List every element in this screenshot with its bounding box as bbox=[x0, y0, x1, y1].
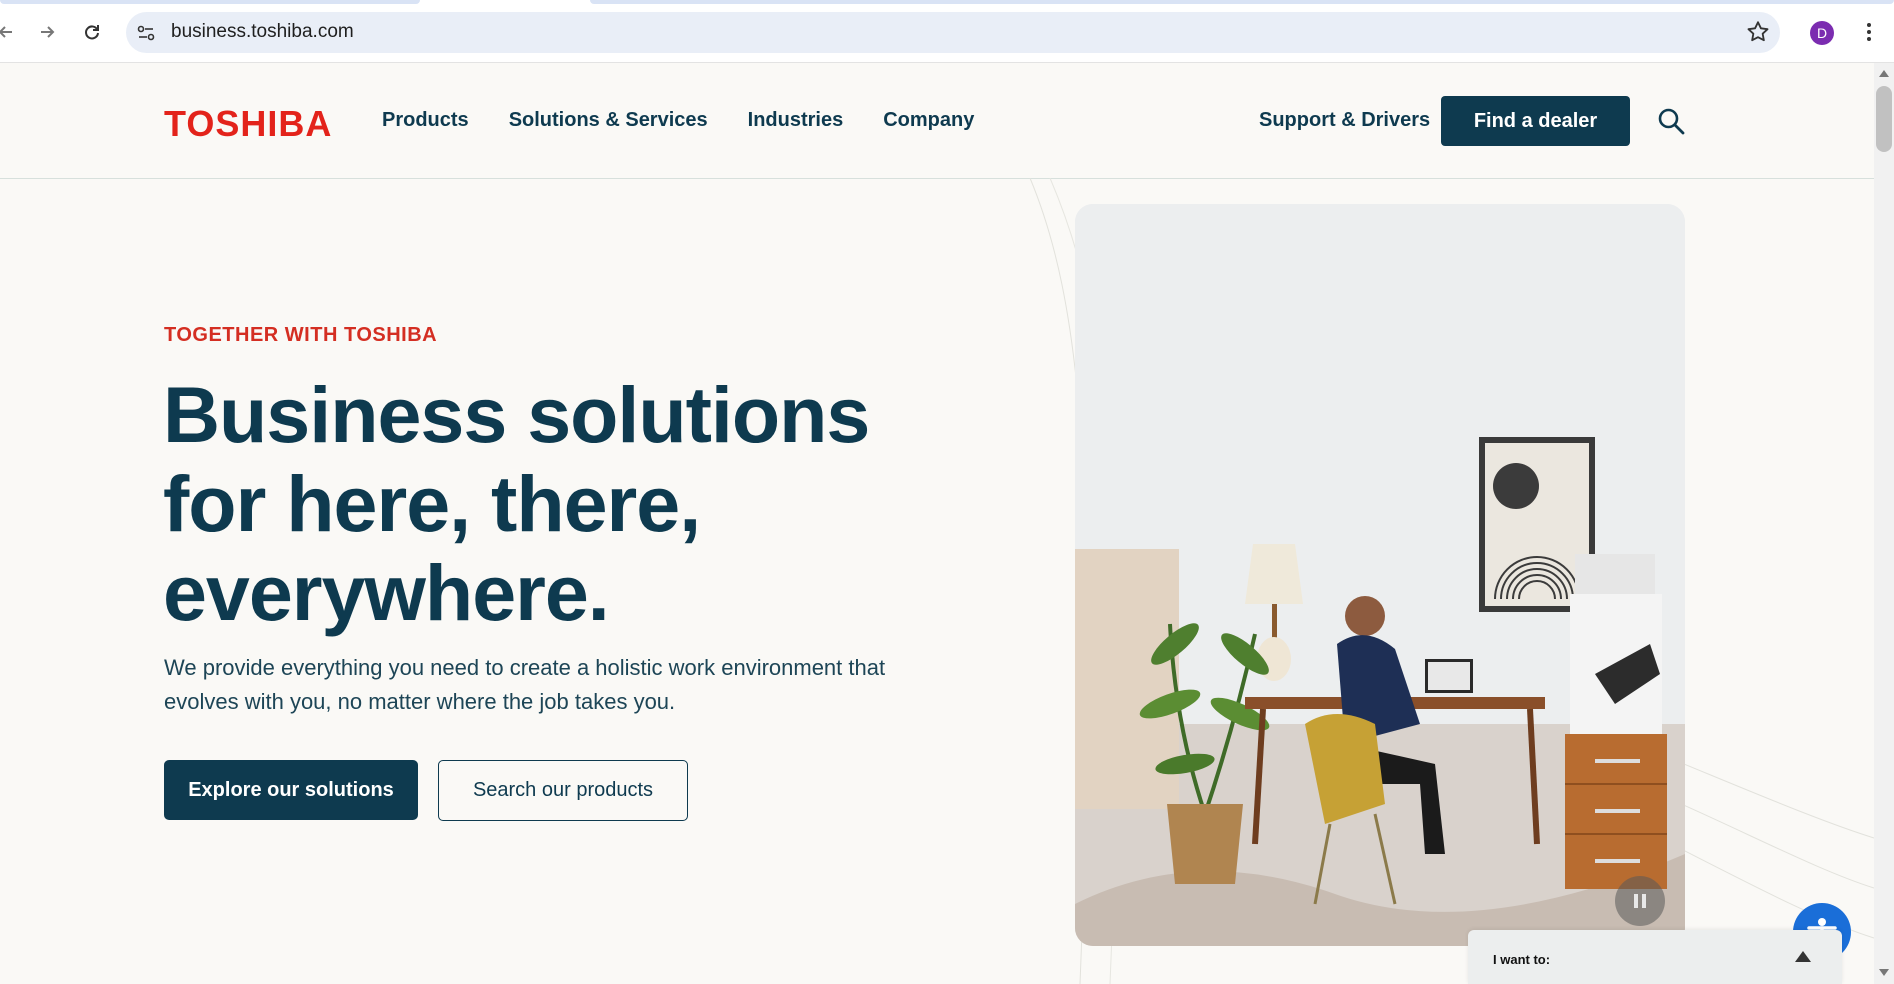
nav-products[interactable]: Products bbox=[382, 109, 469, 132]
i-want-to-label: I want to: bbox=[1493, 952, 1551, 967]
toshiba-logo[interactable]: TOSHIBA bbox=[164, 103, 332, 145]
page-scrollbar[interactable] bbox=[1874, 63, 1894, 984]
hero-title-line: for here, there, bbox=[163, 459, 701, 548]
hero-subtitle: We provide everything you need to create… bbox=[164, 655, 886, 714]
tab-strip bbox=[590, 0, 1894, 4]
scroll-up-arrow-icon[interactable] bbox=[1877, 66, 1891, 78]
office-illustration bbox=[1075, 204, 1685, 946]
pause-icon[interactable] bbox=[1615, 876, 1665, 926]
browser-menu-icon[interactable] bbox=[1862, 20, 1876, 44]
bookmark-star-icon[interactable] bbox=[1745, 19, 1771, 45]
main-nav: Products Solutions & Services Industries… bbox=[382, 109, 974, 132]
hero-eyebrow: TOGETHER WITH TOSHIBA bbox=[164, 324, 438, 346]
hero-title-line: Business solutions bbox=[163, 370, 870, 459]
nav-industries[interactable]: Industries bbox=[748, 109, 844, 132]
hero-title-line: everywhere. bbox=[163, 548, 610, 637]
explore-solutions-button[interactable]: Explore our solutions bbox=[164, 760, 418, 820]
nav-company[interactable]: Company bbox=[883, 109, 974, 132]
find-dealer-button[interactable]: Find a dealer bbox=[1441, 96, 1630, 146]
office-photo bbox=[1075, 204, 1685, 946]
scroll-down-arrow-icon[interactable] bbox=[1877, 966, 1891, 978]
support-drivers-link[interactable]: Support & Drivers bbox=[1259, 109, 1430, 132]
i-want-to-panel[interactable]: I want to: bbox=[1468, 930, 1842, 984]
scrollbar-thumb[interactable] bbox=[1876, 86, 1892, 152]
caret-up-icon[interactable] bbox=[1794, 949, 1812, 963]
address-bar[interactable] bbox=[126, 12, 1780, 53]
profile-avatar[interactable]: D bbox=[1810, 21, 1834, 45]
site-header: TOSHIBA Products Solutions & Services In… bbox=[0, 63, 1874, 179]
site-info-icon[interactable] bbox=[136, 23, 156, 43]
browser-toolbar: business.toshiba.com D bbox=[0, 0, 1894, 63]
tab-strip bbox=[0, 0, 420, 4]
search-icon[interactable] bbox=[1656, 106, 1686, 136]
url-text[interactable]: business.toshiba.com bbox=[171, 21, 354, 43]
reload-icon[interactable] bbox=[78, 18, 106, 46]
forward-icon[interactable] bbox=[33, 18, 61, 46]
hero-title: Business solutions for here, there, ever… bbox=[163, 370, 923, 637]
search-products-button[interactable]: Search our products bbox=[438, 760, 688, 821]
back-icon[interactable] bbox=[0, 18, 20, 46]
nav-solutions-services[interactable]: Solutions & Services bbox=[509, 109, 708, 132]
